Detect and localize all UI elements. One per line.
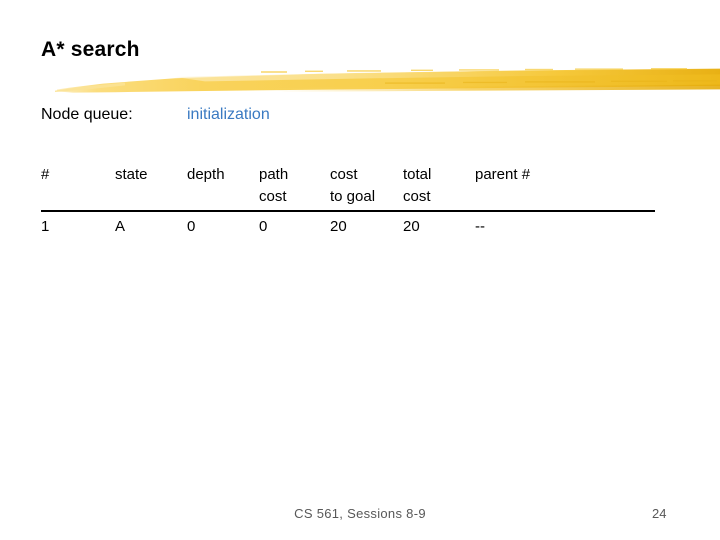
column-header-total-cost: total cost [403, 166, 432, 205]
column-header-depth: depth [187, 166, 225, 183]
column-header-parent-number: parent # [475, 166, 531, 183]
table-header-row: # state depth path cost cost to goal tot… [41, 164, 657, 212]
page-title: A* search [41, 38, 140, 61]
search-node-table: # state depth path cost cost to goal tot… [41, 164, 657, 244]
yellow-brush-stroke [55, 64, 720, 98]
cell-path-cost: 0 [259, 218, 268, 235]
node-queue-row: Node queue: initialization [41, 106, 681, 130]
column-header-state: state [115, 166, 148, 183]
column-header-path-cost: path cost [259, 166, 289, 205]
column-header-number: # [41, 166, 50, 183]
slide-footer: CS 561, Sessions 8-9 [294, 506, 426, 521]
node-queue-value: initialization [187, 106, 270, 123]
table-header-divider [41, 210, 655, 212]
cell-total-cost: 20 [403, 218, 420, 235]
node-queue-label: Node queue: [41, 106, 133, 123]
table-row: 1 A 0 0 20 20 -- [41, 216, 657, 244]
page-number: 24 [652, 506, 667, 521]
column-header-cost-to-goal: cost to goal [330, 166, 376, 205]
cell-parent-number: -- [475, 218, 485, 235]
cell-number: 1 [41, 218, 50, 235]
cell-cost-to-goal: 20 [330, 218, 347, 235]
cell-depth: 0 [187, 218, 196, 235]
cell-state: A [115, 218, 126, 235]
